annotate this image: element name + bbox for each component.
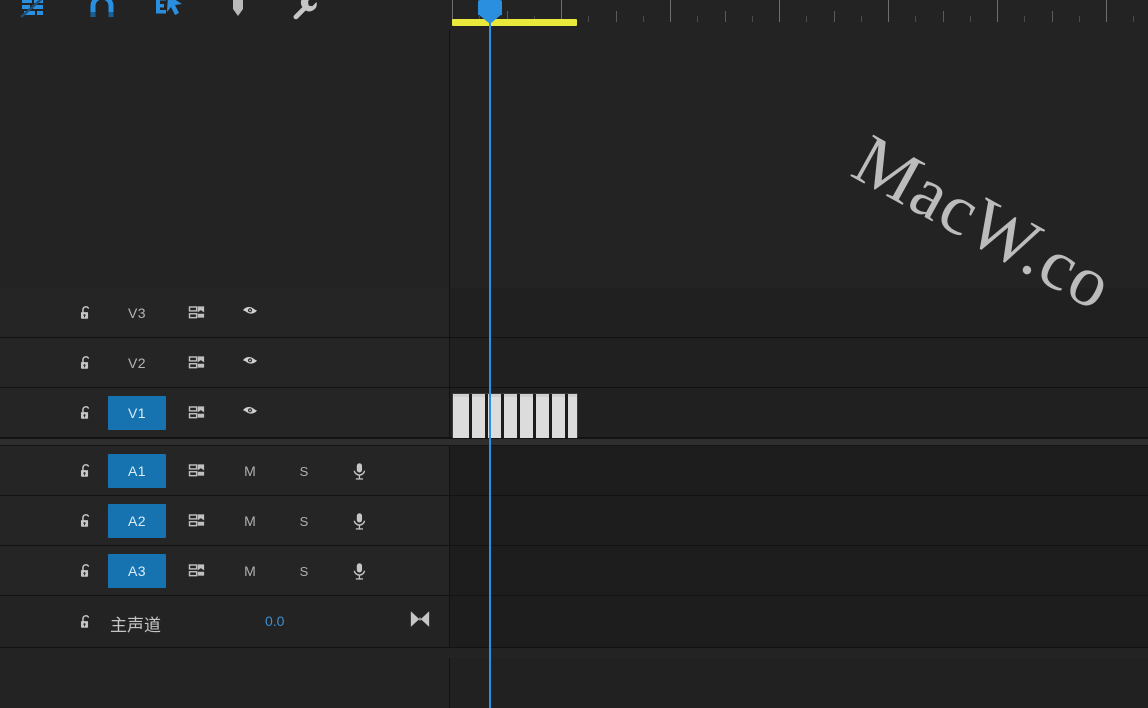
- track-name-button-v3[interactable]: V3: [108, 296, 166, 330]
- ruler-minor-tick: [615, 11, 617, 22]
- video-audio-divider: [0, 438, 1148, 446]
- linked-selection-icon[interactable]: [12, 0, 56, 30]
- track-header-a1[interactable]: A1 M S: [0, 446, 449, 496]
- timeline-bottom-lane: [449, 658, 1148, 708]
- track-list: V3 V2 V1 A1 M S A2 M S A3 M S 主声道 0.0: [0, 288, 1148, 708]
- track-lock-toggle-v1[interactable]: [72, 399, 100, 427]
- ruler-minor-tick: [1024, 16, 1026, 22]
- magnet-snap-icon[interactable]: [80, 0, 124, 30]
- ruler-minor-tick: [833, 11, 835, 22]
- track-name-button-v1[interactable]: V1: [108, 396, 166, 430]
- track-output-toggle-v1[interactable]: [234, 400, 266, 426]
- ruler-minor-tick: [942, 11, 944, 22]
- track-mute-button-a2[interactable]: M: [238, 509, 262, 533]
- ruler-major-tick: [670, 0, 671, 22]
- track-lane-v1[interactable]: [449, 388, 1148, 441]
- track-row-a1: A1 M S: [0, 446, 1148, 496]
- ruler-minor-tick: [806, 16, 808, 22]
- track-solo-button-a2[interactable]: S: [292, 509, 316, 533]
- ruler-major-tick: [888, 0, 889, 22]
- marker-icon[interactable]: [216, 0, 260, 30]
- track-mute-button-a1[interactable]: M: [238, 459, 262, 483]
- track-lock-toggle-master[interactable]: [72, 608, 100, 636]
- track-lane-master[interactable]: [449, 596, 1148, 648]
- track-output-toggle-v3[interactable]: [234, 300, 266, 326]
- track-solo-button-a1[interactable]: S: [292, 459, 316, 483]
- ruler-minor-tick: [724, 11, 726, 22]
- track-lane-v2[interactable]: [449, 338, 1148, 388]
- ruler-major-tick: [997, 0, 998, 22]
- track-sync-lock-v1[interactable]: [182, 400, 212, 426]
- track-lock-toggle-v3[interactable]: [72, 299, 100, 327]
- work-area-bar[interactable]: [452, 19, 577, 26]
- track-header-a2[interactable]: A2 M S: [0, 496, 449, 546]
- track-header-v2[interactable]: V2: [0, 338, 449, 388]
- ruler-minor-tick: [642, 16, 644, 22]
- ruler-major-tick: [1106, 0, 1107, 22]
- pan-balance-icon[interactable]: [404, 606, 436, 634]
- wrench-icon[interactable]: [284, 0, 328, 30]
- ruler-minor-tick: [751, 16, 753, 22]
- track-header-a3[interactable]: A3 M S: [0, 546, 449, 596]
- track-row-master: 主声道 0.0: [0, 596, 1148, 648]
- master-volume-value[interactable]: 0.0: [265, 613, 284, 629]
- track-lock-toggle-a1[interactable]: [72, 457, 100, 485]
- track-sync-lock-v2[interactable]: [182, 350, 212, 376]
- clip-frame-separator: [501, 394, 504, 440]
- video-clip[interactable]: [452, 393, 578, 441]
- track-row-v3: V3: [0, 288, 1148, 338]
- playhead-handle[interactable]: [478, 0, 502, 24]
- ruler-major-tick: [779, 0, 780, 22]
- track-lane-a2[interactable]: [449, 496, 1148, 546]
- track-lock-toggle-a3[interactable]: [72, 557, 100, 585]
- ruler-minor-tick: [860, 16, 862, 22]
- track-lock-toggle-a2[interactable]: [72, 507, 100, 535]
- clip-frame-separator: [533, 394, 536, 440]
- track-sync-lock-a2[interactable]: [182, 508, 212, 534]
- timeline-panel: V3 V2 V1 A1 M S A2 M S A3 M S 主声道 0.0 MacW.co: [0, 0, 1148, 708]
- clip-frame-separator: [549, 394, 552, 440]
- track-name-button-a2[interactable]: A2: [108, 504, 166, 538]
- track-row-a2: A2 M S: [0, 496, 1148, 546]
- ruler-minor-tick: [1078, 16, 1080, 22]
- clip-frame-separator: [485, 394, 488, 440]
- ruler-minor-tick: [697, 16, 699, 22]
- track-header-upper-empty: [0, 30, 449, 288]
- track-row-v2: V2: [0, 338, 1148, 388]
- track-row-v1: V1: [0, 388, 1148, 441]
- timeline-bottom-empty: [0, 658, 1148, 708]
- track-header-master[interactable]: 主声道 0.0: [0, 596, 449, 648]
- track-lane-a1[interactable]: [449, 446, 1148, 496]
- track-output-toggle-v2[interactable]: [234, 350, 266, 376]
- ruler-minor-tick: [969, 16, 971, 22]
- clip-frame-separator: [565, 394, 568, 440]
- master-track-label: 主声道: [110, 616, 161, 636]
- track-name-button-v2[interactable]: V2: [108, 346, 166, 380]
- ruler-minor-tick: [915, 16, 917, 22]
- ruler-minor-tick: [1051, 11, 1053, 22]
- clip-frame-separator: [469, 394, 472, 440]
- track-select-forward-icon[interactable]: [148, 0, 192, 30]
- track-header-v1[interactable]: V1: [0, 388, 449, 438]
- track-sync-lock-v3[interactable]: [182, 300, 212, 326]
- track-lane-a3[interactable]: [449, 546, 1148, 596]
- clip-frame-separator: [517, 394, 520, 440]
- timeline-toolbar: [0, 0, 449, 30]
- track-mute-button-a3[interactable]: M: [238, 559, 262, 583]
- track-solo-button-a3[interactable]: S: [292, 559, 316, 583]
- track-header-v3[interactable]: V3: [0, 288, 449, 338]
- ruler-minor-tick: [1133, 16, 1135, 22]
- ruler-minor-tick: [588, 16, 590, 22]
- track-name-button-a3[interactable]: A3: [108, 554, 166, 588]
- track-sync-lock-a3[interactable]: [182, 558, 212, 584]
- track-row-a3: A3 M S: [0, 546, 1148, 596]
- track-voiceover-record-a3[interactable]: [345, 557, 373, 585]
- track-voiceover-record-a2[interactable]: [345, 507, 373, 535]
- track-voiceover-record-a1[interactable]: [345, 457, 373, 485]
- track-sync-lock-a1[interactable]: [182, 458, 212, 484]
- track-lock-toggle-v2[interactable]: [72, 349, 100, 377]
- track-name-button-a1[interactable]: A1: [108, 454, 166, 488]
- time-ruler[interactable]: [449, 0, 1148, 30]
